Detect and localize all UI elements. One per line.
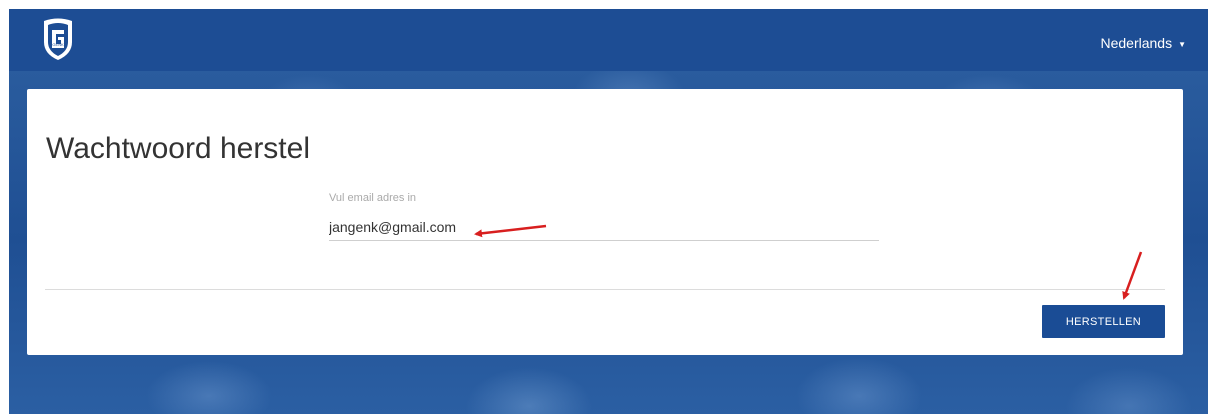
logo-text: GENK xyxy=(52,42,64,47)
email-field-group: Vul email adres in xyxy=(329,192,879,244)
page-title: Wachtwoord herstel xyxy=(46,132,310,165)
caret-down-icon: ▼ xyxy=(1178,39,1186,49)
herstellen-button[interactable]: HERSTELLEN xyxy=(1042,305,1165,338)
email-input[interactable] xyxy=(329,214,879,241)
genk-shield-logo-icon[interactable]: GENK xyxy=(41,17,75,61)
email-field-label: Vul email adres in xyxy=(329,192,417,204)
password-reset-card: Wachtwoord herstel Vul email adres in HE… xyxy=(27,89,1183,355)
language-dropdown[interactable]: Nederlands ▼ xyxy=(1100,35,1186,51)
divider xyxy=(45,289,1165,290)
language-label: Nederlands xyxy=(1100,35,1173,51)
top-navbar: GENK Nederlands ▼ xyxy=(9,9,1208,71)
